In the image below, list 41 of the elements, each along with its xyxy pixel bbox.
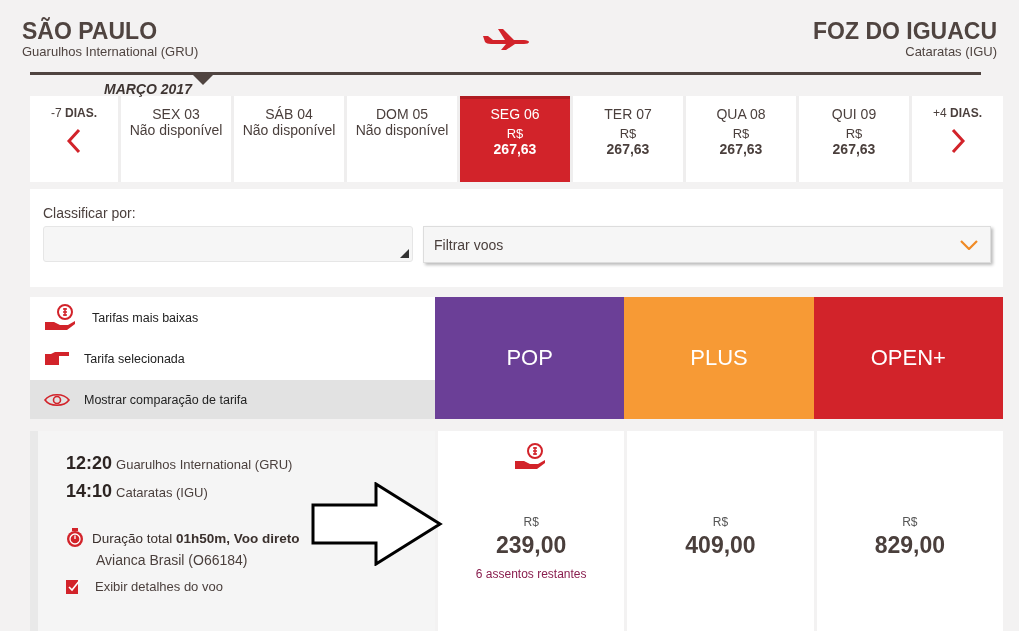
pointing-hand-icon <box>44 351 70 368</box>
departure-time: 12:20 <box>66 453 113 474</box>
fare-cell[interactable]: R$ 409,00 <box>627 431 814 631</box>
legend-text: Tarifas mais baixas <box>92 310 199 325</box>
airplane-icon <box>480 28 531 50</box>
destination-city: FOZ DO IGUACU <box>813 18 997 44</box>
date-tab[interactable]: SEX 03 Não disponível <box>121 96 231 182</box>
prev-days-label: -7 DIAS. <box>50 106 98 120</box>
sort-label: Classificar por: <box>43 205 136 221</box>
legend-text: Tarifa selecionada <box>84 352 185 367</box>
origin-airport: Guarulhos International (GRU) <box>22 44 199 59</box>
date-tab[interactable]: SÁB 04 Não disponível <box>234 96 344 182</box>
fare-cell[interactable]: R$ 239,00 6 assentos restantes <box>438 431 625 631</box>
date-tab[interactable]: SEG 06 R$ 267,63 <box>460 96 570 182</box>
fare-class-header: PLUS <box>624 297 814 419</box>
date-tab[interactable]: QUA 08 R$ 267,63 <box>686 96 796 182</box>
departure-airport: Guarulhos International (GRU) <box>116 457 293 472</box>
eye-icon <box>44 391 70 408</box>
money-hand-icon <box>44 303 78 332</box>
destination-airport: Cataratas (IGU) <box>904 44 997 59</box>
date-tab[interactable]: TER 07 R$ 267,63 <box>573 96 683 182</box>
chevron-down-icon <box>960 239 978 250</box>
filter-select[interactable]: Filtrar voos <box>423 226 991 263</box>
fare-class-header: OPEN+ <box>813 297 1003 419</box>
date-tab[interactable]: QUI 09 R$ 267,63 <box>799 96 909 182</box>
fare-class-header: POP <box>435 297 625 419</box>
origin-city: SÃO PAULO <box>22 18 159 44</box>
date-tab[interactable]: DOM 05 Não disponível <box>347 96 457 182</box>
stopwatch-icon <box>66 528 84 548</box>
arrival-time: 14:10 <box>66 481 113 502</box>
duration-text: Duração total 01h50m, Voo direto <box>92 530 300 546</box>
next-days-label: +4 DIAS. <box>932 106 983 120</box>
carrier-text: Avianca Brasil (O66184) <box>96 552 249 568</box>
checklist-icon <box>66 578 81 594</box>
legend-text[interactable]: Mostrar comparação de tarifa <box>84 392 248 407</box>
arrival-airport: Cataratas (IGU) <box>116 485 208 500</box>
chevron-left-icon[interactable] <box>66 128 82 154</box>
month-label: MARÇO 2017 <box>104 81 192 97</box>
fare-cell[interactable]: R$ 829,00 <box>816 431 1003 631</box>
chevron-right-icon[interactable] <box>949 128 966 154</box>
flight-details-link[interactable]: Exibir detalhes do voo <box>95 578 223 594</box>
